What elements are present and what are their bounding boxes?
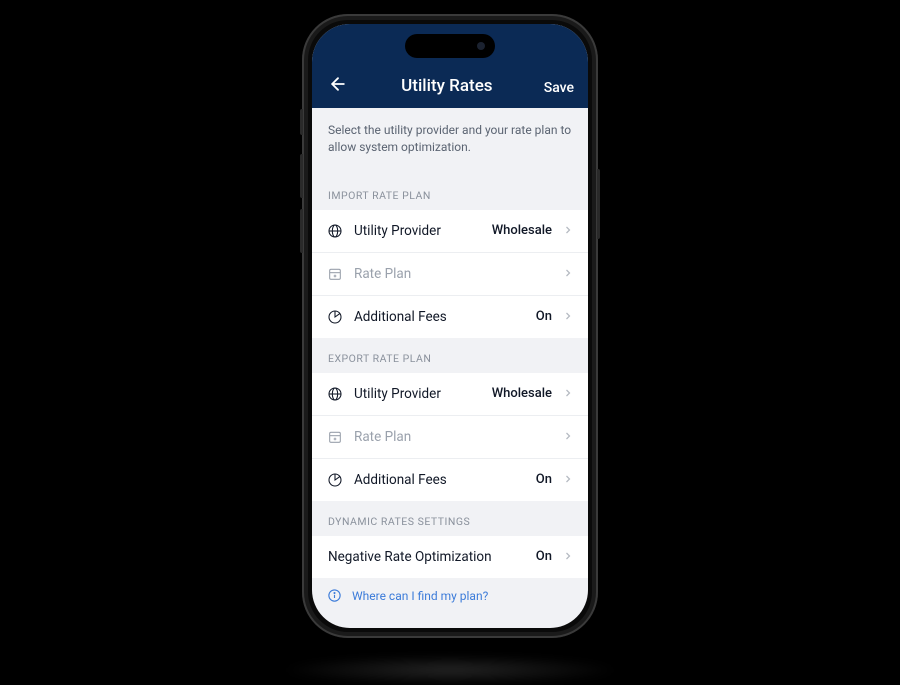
chevron-right-icon	[562, 387, 576, 401]
row-value: On	[536, 549, 552, 564]
globe-icon	[326, 385, 344, 403]
description-text: Select the utility provider and your rat…	[312, 108, 588, 175]
chevron-right-icon	[562, 267, 576, 281]
content: Select the utility provider and your rat…	[312, 108, 588, 620]
negative-rate-row[interactable]: Negative Rate Optimization On	[312, 536, 588, 578]
export-additional-fees-row[interactable]: Additional Fees On	[312, 459, 588, 501]
help-link[interactable]: Where can I find my plan?	[312, 578, 588, 620]
screen: Utility Rates Save Select the utility pr…	[312, 24, 588, 628]
import-rate-plan-row[interactable]: Rate Plan	[312, 253, 588, 296]
calendar-icon	[326, 265, 344, 283]
import-section-header: IMPORT RATE PLAN	[312, 175, 588, 210]
export-group: Utility Provider Wholesale Rate Plan	[312, 373, 588, 501]
help-label: Where can I find my plan?	[352, 589, 488, 603]
row-label: Additional Fees	[354, 472, 526, 488]
phone-frame: Utility Rates Save Select the utility pr…	[302, 14, 598, 638]
row-label: Rate Plan	[354, 266, 542, 282]
globe-icon	[326, 222, 344, 240]
row-label: Negative Rate Optimization	[328, 549, 526, 565]
chevron-right-icon	[562, 310, 576, 324]
row-label: Utility Provider	[354, 223, 482, 239]
row-label: Rate Plan	[354, 429, 542, 445]
chevron-right-icon	[562, 473, 576, 487]
row-value: Wholesale	[492, 223, 552, 238]
back-button[interactable]	[326, 72, 350, 96]
export-utility-provider-row[interactable]: Utility Provider Wholesale	[312, 373, 588, 416]
info-icon	[326, 588, 342, 604]
import-utility-provider-row[interactable]: Utility Provider Wholesale	[312, 210, 588, 253]
chevron-right-icon	[562, 550, 576, 564]
pie-icon	[326, 471, 344, 489]
save-button[interactable]: Save	[544, 80, 574, 96]
row-value: Wholesale	[492, 386, 552, 401]
row-label: Additional Fees	[354, 309, 526, 325]
row-label: Utility Provider	[354, 386, 482, 402]
import-group: Utility Provider Wholesale Rate Plan	[312, 210, 588, 338]
dynamic-section-header: DYNAMIC RATES SETTINGS	[312, 501, 588, 536]
export-rate-plan-row[interactable]: Rate Plan	[312, 416, 588, 459]
chevron-right-icon	[562, 430, 576, 444]
import-additional-fees-row[interactable]: Additional Fees On	[312, 296, 588, 338]
pie-icon	[326, 308, 344, 326]
dynamic-group: Negative Rate Optimization On	[312, 536, 588, 578]
row-value: On	[536, 472, 552, 487]
export-section-header: EXPORT RATE PLAN	[312, 338, 588, 373]
dynamic-island	[405, 34, 495, 58]
chevron-right-icon	[562, 224, 576, 238]
page-title: Utility Rates	[350, 76, 544, 96]
row-value: On	[536, 309, 552, 324]
arrow-left-icon	[328, 74, 348, 94]
calendar-icon	[326, 428, 344, 446]
